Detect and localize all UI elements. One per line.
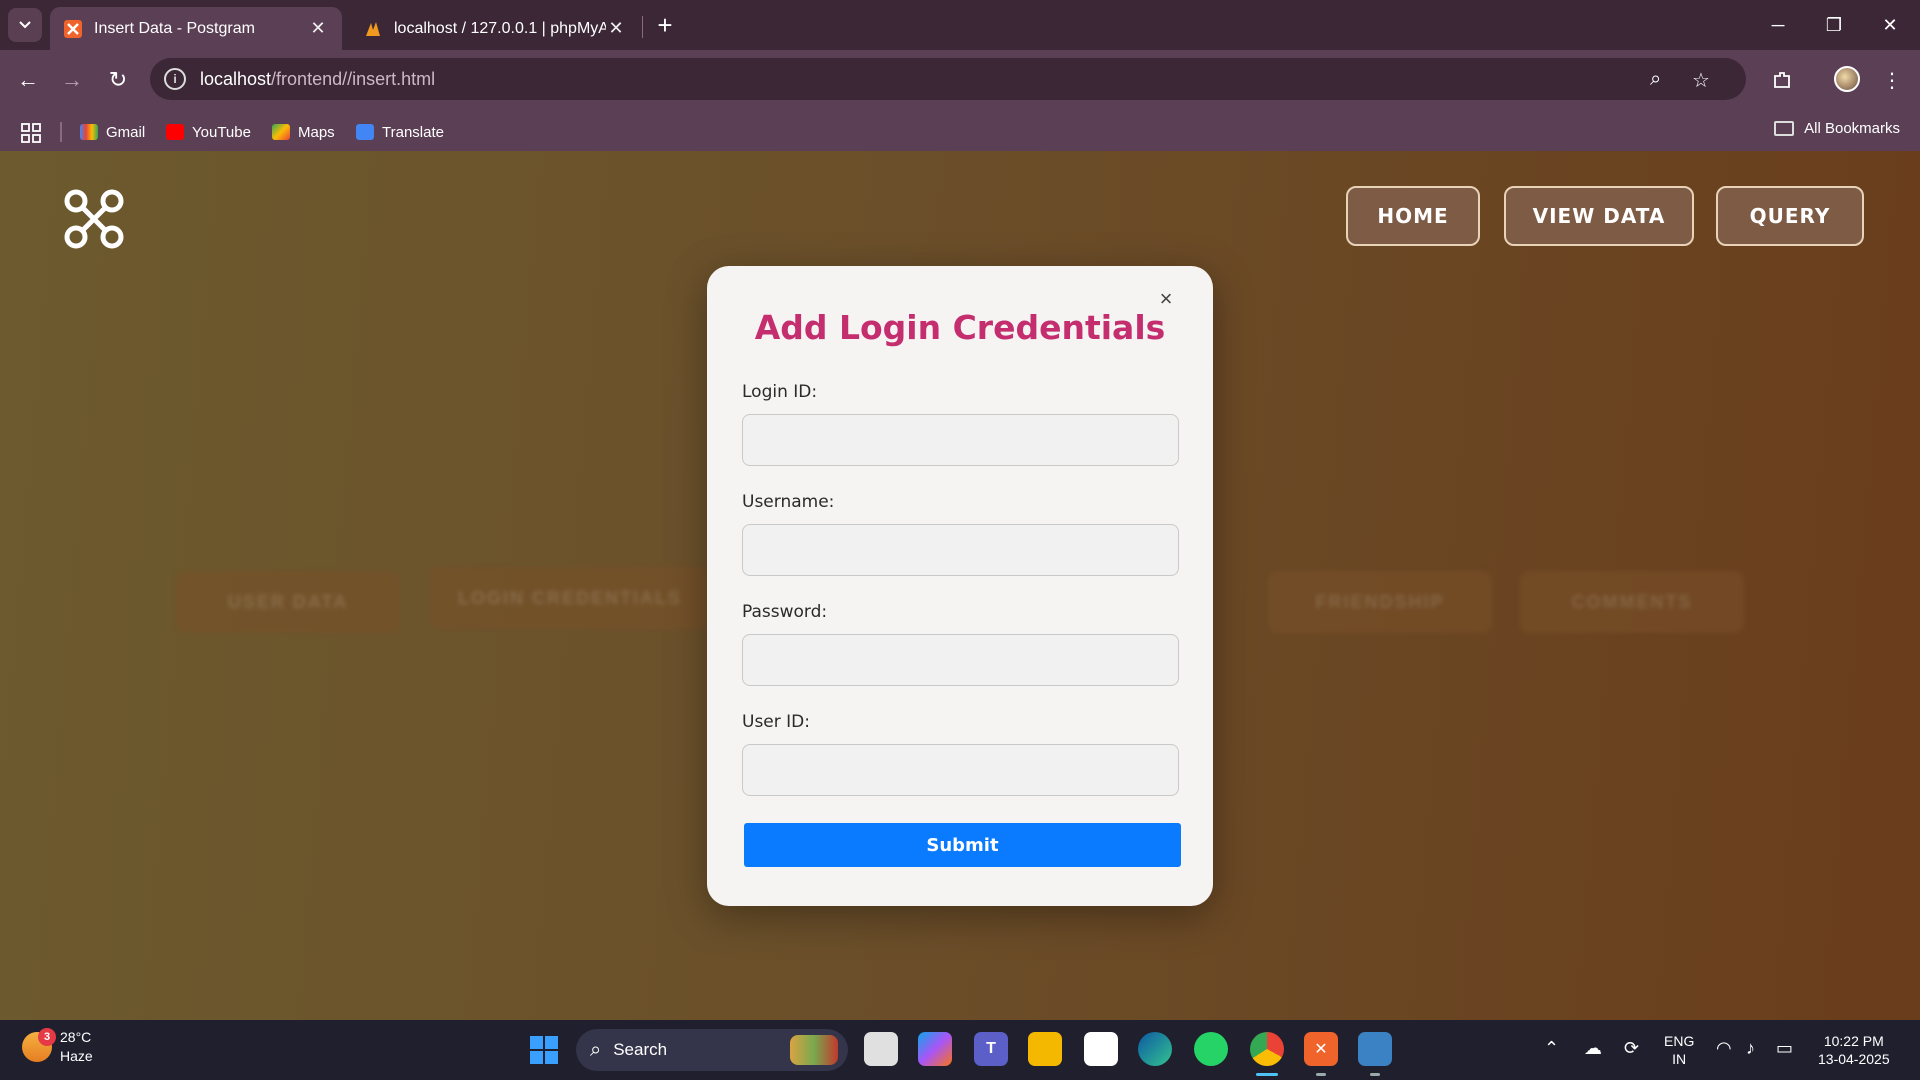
bookmark-youtube[interactable]: YouTube	[166, 120, 251, 144]
username-label: Username:	[742, 492, 835, 512]
close-icon[interactable]: ×	[1155, 286, 1177, 311]
user-id-label: User ID:	[742, 712, 810, 732]
start-button[interactable]	[530, 1036, 558, 1064]
back-button[interactable]: ←	[10, 62, 46, 98]
url-text[interactable]: localhost/frontend//insert.html	[200, 69, 1746, 90]
tab-title: Insert Data - Postgram	[94, 19, 255, 37]
nav-query-button[interactable]: QUERY	[1716, 186, 1864, 246]
system-clock[interactable]: 10:22 PM 13-04-2025	[1818, 1032, 1890, 1068]
taskbar-search[interactable]: ⌕ Search	[576, 1029, 848, 1071]
close-tab-icon[interactable]: ✕	[606, 18, 626, 39]
address-bar[interactable]: i localhost/frontend//insert.html ⌕ ☆	[150, 58, 1746, 100]
apps-grid-icon[interactable]	[20, 122, 42, 144]
browser-toolbar: ← → ↻ i localhost/frontend//insert.html …	[0, 50, 1920, 158]
phpmyadmin-favicon-icon	[366, 21, 380, 36]
copilot-icon[interactable]	[918, 1032, 952, 1066]
wifi-icon[interactable]: ◠	[1716, 1038, 1732, 1059]
menu-icon[interactable]: ⋮	[1874, 62, 1910, 98]
bookmark-maps[interactable]: Maps	[272, 120, 335, 144]
search-highlight-art	[790, 1035, 838, 1065]
notification-badge: 3	[38, 1028, 56, 1046]
tab-divider	[642, 16, 643, 38]
card-login-credentials[interactable]: LOGIN CREDENTIALS	[430, 567, 710, 629]
close-window-button[interactable]: ✕	[1862, 0, 1918, 50]
zoom-icon[interactable]: ⌕	[1650, 68, 1661, 91]
weather-widget[interactable]: 3 28°C Haze	[22, 1028, 93, 1066]
weather-temperature: 28°C	[60, 1029, 92, 1045]
xampp-icon[interactable]: ✕	[1304, 1032, 1338, 1066]
running-app-indicator	[1316, 1073, 1326, 1076]
sync-icon[interactable]: ⟳	[1624, 1038, 1639, 1059]
volume-icon[interactable]: ♪	[1746, 1038, 1755, 1059]
minimize-button[interactable]: ─	[1750, 0, 1806, 50]
password-label: Password:	[742, 602, 828, 622]
running-app-indicator	[1370, 1073, 1380, 1076]
site-info-icon[interactable]: i	[164, 68, 186, 90]
task-view-icon[interactable]	[864, 1032, 898, 1066]
close-tab-icon[interactable]: ✕	[308, 18, 328, 39]
file-explorer-icon[interactable]	[1028, 1032, 1062, 1066]
restore-button[interactable]: ❐	[1806, 0, 1862, 50]
battery-icon[interactable]: ▭	[1776, 1038, 1793, 1059]
bookmark-star-icon[interactable]: ☆	[1692, 68, 1710, 93]
windows-taskbar: 3 28°C Haze ⌕ Search T ✕ ⌃ ☁ ⟳ ENG IN ◠ …	[0, 1020, 1920, 1080]
card-comments[interactable]: COMMENTS	[1520, 571, 1744, 633]
edge-icon[interactable]	[1138, 1032, 1172, 1066]
active-app-indicator	[1256, 1073, 1278, 1076]
profile-avatar[interactable]	[1834, 66, 1860, 92]
login-id-input[interactable]	[742, 414, 1179, 466]
show-hidden-icons-icon[interactable]: ⌃	[1544, 1038, 1559, 1059]
forward-button[interactable]: →	[54, 62, 90, 98]
reload-button[interactable]: ↻	[100, 62, 136, 98]
tab-phpmyadmin[interactable]: localhost / 127.0.0.1 | phpMyAd ✕	[350, 7, 640, 50]
nav-view-data-button[interactable]: VIEW DATA	[1504, 186, 1694, 246]
card-user-data[interactable]: USER DATA	[176, 571, 400, 633]
all-bookmarks[interactable]: All Bookmarks	[1774, 120, 1900, 137]
bookmarks-bar: Gmail YouTube Maps Translate All Bookmar…	[0, 112, 1920, 152]
gmail-icon	[80, 124, 98, 140]
youtube-icon	[166, 124, 184, 140]
weather-haze-icon: 3	[22, 1028, 56, 1062]
search-icon: ⌕	[590, 1038, 602, 1061]
chrome-icon[interactable]	[1250, 1032, 1284, 1066]
new-tab-button[interactable]: +	[650, 10, 680, 40]
password-input[interactable]	[742, 634, 1179, 686]
bookmark-gmail[interactable]: Gmail	[80, 120, 145, 144]
tab-search-button[interactable]	[8, 8, 42, 42]
weather-description: Haze	[60, 1048, 93, 1064]
tab-bar: Insert Data - Postgram ✕ localhost / 127…	[0, 0, 1920, 50]
card-friendship[interactable]: FRIENDSHIP	[1268, 571, 1492, 633]
xampp-favicon-icon	[64, 19, 82, 38]
task-manager-icon[interactable]	[1358, 1032, 1392, 1066]
nav-home-button[interactable]: HOME	[1346, 186, 1480, 246]
translate-icon	[356, 124, 374, 140]
tab-insert-data[interactable]: Insert Data - Postgram ✕	[50, 7, 342, 50]
app-logo-icon[interactable]	[62, 187, 126, 251]
user-id-input[interactable]	[742, 744, 1179, 796]
tab-title: localhost / 127.0.0.1 | phpMyAd	[394, 19, 606, 37]
username-input[interactable]	[742, 524, 1179, 576]
microsoft-store-icon[interactable]	[1084, 1032, 1118, 1066]
maps-icon	[272, 124, 290, 140]
modal-title: Add Login Credentials	[754, 308, 1166, 347]
bookmarks-separator	[60, 122, 62, 142]
add-login-credentials-modal: × Add Login Credentials Login ID: Userna…	[707, 266, 1213, 906]
onedrive-cloud-icon[interactable]: ☁	[1584, 1038, 1602, 1059]
login-id-label: Login ID:	[742, 382, 818, 402]
submit-button[interactable]: Submit	[744, 823, 1181, 867]
teams-icon[interactable]: T	[974, 1032, 1008, 1066]
extensions-icon[interactable]	[1764, 62, 1800, 98]
whatsapp-icon[interactable]	[1194, 1032, 1228, 1066]
chevron-down-icon	[19, 21, 31, 29]
folder-icon	[1774, 121, 1795, 136]
bookmark-translate[interactable]: Translate	[356, 120, 444, 144]
language-indicator[interactable]: ENG IN	[1664, 1032, 1694, 1068]
